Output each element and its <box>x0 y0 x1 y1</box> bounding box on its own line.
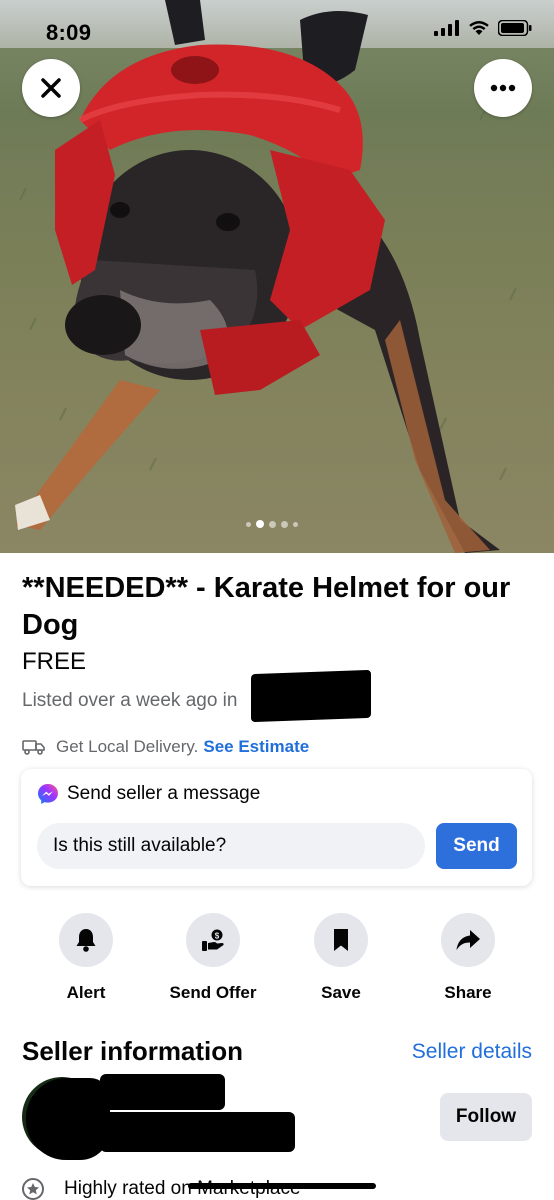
rating-text: Highly rated on Marketplace <box>64 1178 301 1199</box>
delivery-truck-icon <box>22 740 45 755</box>
share-action[interactable]: Share <box>403 913 533 1003</box>
seller-details-link[interactable]: Seller details <box>412 1040 532 1064</box>
listing-price: FREE <box>22 648 87 675</box>
status-bar: 8:09 <box>0 0 554 60</box>
save-action[interactable]: Save <box>276 913 406 1003</box>
seller-info-redaction <box>100 1112 295 1152</box>
bell-icon <box>76 929 96 952</box>
listing-time-location: Listed over a week ago in <box>22 690 237 712</box>
listed-text: Listed over a week ago in <box>22 690 238 711</box>
share-label: Share <box>444 983 492 1002</box>
system-icons <box>434 20 532 36</box>
avatar-redaction <box>26 1078 110 1160</box>
messenger-icon <box>38 784 58 804</box>
send-button[interactable]: Send <box>436 823 517 869</box>
close-icon <box>41 78 61 98</box>
svg-text:$: $ <box>215 932 220 941</box>
page-dot <box>246 521 251 527</box>
page-dot <box>281 520 288 528</box>
offer-icon: $ <box>202 929 224 951</box>
more-options-button[interactable] <box>474 59 532 117</box>
home-indicator[interactable] <box>188 1183 376 1189</box>
follow-button[interactable]: Follow <box>440 1093 532 1141</box>
seller-name-redaction <box>100 1074 225 1110</box>
page-dot-active <box>256 520 264 528</box>
alert-icon-circle[interactable] <box>59 913 113 967</box>
message-seller-card: Send seller a message Send <box>21 769 532 886</box>
message-header: Send seller a message <box>37 783 260 805</box>
bookmark-icon <box>334 929 348 951</box>
page-dot <box>293 521 298 527</box>
page-dot <box>269 520 276 528</box>
message-input[interactable] <box>37 823 425 869</box>
delivery-text: Get Local Delivery. <box>56 737 199 756</box>
listing-title: **NEEDED** - Karate Helmet for our Dog <box>22 572 511 641</box>
alert-action[interactable]: Alert <box>21 913 151 1003</box>
alert-label: Alert <box>66 983 106 1002</box>
battery-icon <box>498 20 532 36</box>
send-offer-label: Send Offer <box>169 983 257 1002</box>
share-icon-circle[interactable] <box>441 913 495 967</box>
seller-section-title: Seller information <box>22 1036 244 1066</box>
see-estimate-link[interactable]: See Estimate <box>203 737 309 757</box>
delivery-row: Get Local Delivery. See Estimate <box>22 737 309 757</box>
status-time: 8:09 <box>46 20 92 45</box>
save-label: Save <box>321 983 361 1002</box>
location-redaction <box>251 669 371 723</box>
close-button[interactable] <box>22 59 80 117</box>
more-icon <box>490 84 516 92</box>
save-icon-circle[interactable] <box>314 913 368 967</box>
star-badge-icon <box>22 1178 44 1200</box>
share-icon <box>456 930 480 950</box>
seller-rating-row: Highly rated on Marketplace <box>22 1178 301 1200</box>
wifi-icon <box>469 21 489 35</box>
message-heading: Send seller a message <box>67 783 261 804</box>
send-offer-icon-circle[interactable]: $ <box>186 913 240 967</box>
dog-helmet-photo <box>15 0 517 553</box>
listing-photo[interactable]: 8:09 <box>0 0 554 553</box>
signal-icon <box>434 20 459 36</box>
photo-pagination[interactable] <box>246 520 298 528</box>
send-offer-action[interactable]: $ Send Offer <box>148 913 278 1003</box>
